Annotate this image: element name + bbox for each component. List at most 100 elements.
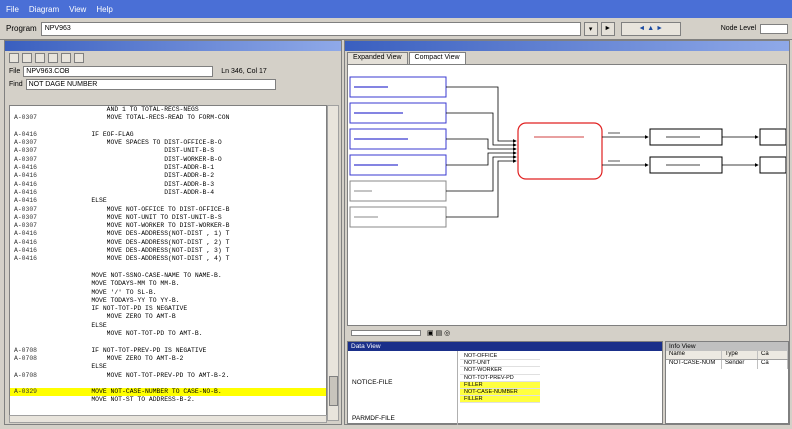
code-line[interactable]: MOVE NOT-ST TO ADDRESS-B-2.: [10, 396, 326, 404]
forward-icon[interactable]: [35, 53, 45, 63]
input-node-4[interactable]: [349, 154, 447, 176]
code-line[interactable]: ELSE: [10, 363, 326, 371]
code-line[interactable]: A-0307 MOVE TOTAL-RECS-READ TO FORM-CON: [10, 114, 326, 122]
info-header-type[interactable]: Type: [722, 351, 758, 359]
parameter-file-label[interactable]: PARMDF-FILE: [352, 415, 395, 422]
code-line[interactable]: [10, 123, 326, 131]
code-line[interactable]: A-0416 MOVE DES-ADDRESS(NOT-DIST , 4) T: [10, 255, 326, 263]
code-line[interactable]: A-0708 MOVE ZERO TO AMT-B-2: [10, 355, 326, 363]
code-line[interactable]: AND 1 TO TOTAL-RECS-NEGS: [10, 106, 326, 114]
list-item[interactable]: NOT-CASE-NUMBER: [460, 388, 540, 397]
file-label: File: [9, 68, 21, 75]
code-line[interactable]: MOVE NOT-TOT-PD TO AMT-B.: [10, 330, 326, 338]
list-item[interactable]: NOT-TOT-PREV-PD: [460, 375, 540, 382]
code-line[interactable]: A-0307 MOVE NOT-OFFICE TO DIST-OFFICE-B: [10, 206, 326, 214]
code-line[interactable]: A-0416 DIST-ADDR-B-1: [10, 164, 326, 172]
code-line[interactable]: MOVE TODAYS-MM TO MM-B.: [10, 280, 326, 288]
list-item[interactable]: NOT-OFFICE: [460, 353, 540, 361]
list-item[interactable]: NOT-UNIT: [460, 360, 540, 368]
input-node-6[interactable]: [349, 206, 447, 228]
input-node-1[interactable]: [349, 76, 447, 98]
list-item[interactable]: NOT-WORKER: [460, 367, 540, 375]
copy-icon[interactable]: [48, 53, 58, 63]
tab-expanded-view[interactable]: Expanded View: [347, 52, 408, 64]
code-line[interactable]: [10, 264, 326, 272]
table-row[interactable]: NOT-CASE-NUM Sender Ca: [666, 360, 788, 369]
zoom-slider[interactable]: [351, 330, 421, 336]
menu-view[interactable]: View: [69, 5, 86, 14]
input-node-3[interactable]: [349, 128, 447, 150]
settings-icon[interactable]: [74, 53, 84, 63]
code-vertical-scrollbar[interactable]: [327, 105, 339, 421]
info-header-extra[interactable]: Ca: [758, 351, 788, 359]
mode-slider[interactable]: [760, 23, 789, 34]
line-change-tag: A-0416: [14, 230, 38, 238]
tab-compact-view[interactable]: Compact View: [408, 52, 466, 64]
program-dropdown-icon[interactable]: ▾: [583, 21, 598, 36]
code-line[interactable]: A-0329 MOVE NOT-CASE-NUMBER TO CASE-NO-B…: [10, 388, 326, 397]
view-buttons[interactable]: ◄ ▲ ►: [620, 21, 681, 36]
code-line[interactable]: A-0416 DIST-ADDR-B-2: [10, 172, 326, 180]
line-change-tag: [10, 396, 46, 404]
code-line[interactable]: [10, 338, 326, 346]
line-change-tag: A-0708: [14, 346, 38, 354]
output-node-4[interactable]: [759, 156, 787, 174]
code-line[interactable]: A-0416 DIST-ADDR-B-4: [10, 189, 326, 197]
code-line[interactable]: MOVE ZERO TO AMT-B: [10, 313, 326, 321]
back-icon[interactable]: [22, 53, 32, 63]
code-line[interactable]: A-0307 MOVE NOT-UNIT TO DIST-UNIT-B-S: [10, 214, 326, 222]
code-line[interactable]: MOVE NOT-SSNO-CASE-NAME TO NAME-B.: [10, 272, 326, 280]
folder-icon[interactable]: [9, 53, 19, 63]
code-line[interactable]: ELSE: [10, 322, 326, 330]
code-line[interactable]: [10, 380, 326, 388]
code-text: MOVE TODAYS-YY TO YY-B.: [76, 296, 180, 304]
info-header-name[interactable]: Name: [666, 351, 722, 359]
menu-file[interactable]: File: [6, 5, 19, 14]
menu-help[interactable]: Help: [96, 5, 112, 14]
data-view-files: NOTICE-FILE PARMDF-FILE: [348, 351, 458, 425]
save-icon[interactable]: ▣: [427, 329, 434, 337]
code-line[interactable]: A-0416 MOVE DES-ADDRESS(NOT-DIST , 3) T: [10, 247, 326, 255]
find-icon[interactable]: [61, 53, 71, 63]
code-line[interactable]: A-0708 IF NOT-TOT-PREV-PD IS NEGATIVE: [10, 347, 326, 355]
list-item[interactable]: FILLER: [460, 381, 540, 389]
code-line[interactable]: A-0416 IF EOF-FLAG: [10, 131, 326, 139]
code-line[interactable]: MOVE TODAYS-YY TO YY-B.: [10, 297, 326, 305]
code-line[interactable]: A-0307 MOVE SPACES TO DIST-OFFICE-B-O: [10, 139, 326, 147]
central-node[interactable]: [517, 122, 603, 180]
code-text: MOVE DES-ADDRESS(NOT-DIST , 2) T: [76, 238, 230, 246]
zoom-icon[interactable]: ◎: [444, 329, 450, 337]
file-select[interactable]: NPV963.COB: [23, 66, 214, 77]
input-node-5[interactable]: [349, 180, 447, 202]
play-icon[interactable]: ►: [600, 21, 615, 36]
code-line[interactable]: MOVE '/' TO SL-B.: [10, 289, 326, 297]
code-line[interactable]: A-0307 DIST-UNIT-B-S: [10, 147, 326, 155]
list-item[interactable]: FILLER: [460, 396, 540, 404]
line-change-tag: [10, 272, 46, 280]
scrollbar-thumb[interactable]: [329, 376, 338, 406]
output-node-1[interactable]: [649, 128, 723, 146]
code-line[interactable]: A-0416 MOVE DES-ADDRESS(NOT-DIST , 2) T: [10, 239, 326, 247]
program-input[interactable]: NPV963: [40, 21, 581, 36]
line-change-tag: A-0416: [14, 130, 38, 138]
print-icon[interactable]: ▤: [436, 329, 443, 337]
code-horizontal-scrollbar[interactable]: [9, 415, 327, 423]
code-line[interactable]: IF NOT-TOT-PD IS NEGATIVE: [10, 305, 326, 313]
code-line[interactable]: A-0416 ELSE: [10, 197, 326, 205]
view-tabs: Expanded View Compact View: [347, 52, 467, 64]
code-line[interactable]: A-0307 MOVE NOT-WORKER TO DIST-WORKER-B: [10, 222, 326, 230]
code-editor[interactable]: AND 1 TO TOTAL-RECS-NEGS A-0307 MOVE TOTA…: [9, 105, 327, 421]
flow-diagram[interactable]: [347, 64, 787, 326]
notice-file-label[interactable]: NOTICE-FILE: [352, 379, 392, 386]
code-line[interactable]: A-0708 MOVE NOT-TOT-PREV-PD TO AMT-B-2.: [10, 372, 326, 380]
code-line[interactable]: A-0307 DIST-WORKER-B-O: [10, 156, 326, 164]
code-line[interactable]: A-0416 MOVE DES-ADDRESS(NOT-DIST , 1) T: [10, 230, 326, 238]
menu-diagram[interactable]: Diagram: [29, 5, 59, 14]
output-node-2[interactable]: [649, 156, 723, 174]
input-node-2[interactable]: [349, 102, 447, 124]
find-input[interactable]: NOT DAGE NUMBER: [25, 79, 276, 90]
output-node-3[interactable]: [759, 128, 787, 146]
code-line[interactable]: A-0416 DIST-ADDR-B-3: [10, 181, 326, 189]
find-row: Find NOT DAGE NUMBER: [5, 78, 341, 91]
